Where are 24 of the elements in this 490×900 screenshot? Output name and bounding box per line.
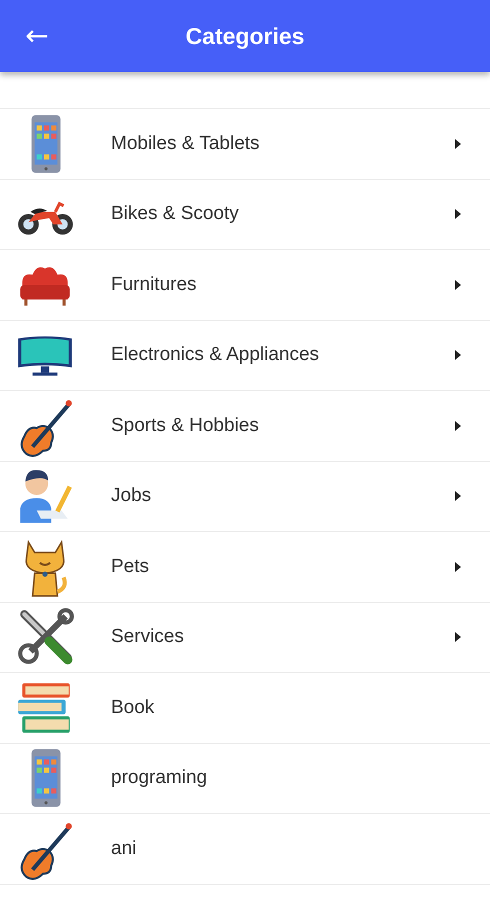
category-label: Bikes & Scooty	[111, 203, 240, 226]
category-row[interactable]: Sports & Hobbies	[0, 391, 490, 462]
category-row[interactable]: Services	[0, 602, 490, 673]
category-row[interactable]: ani	[0, 814, 490, 884]
category-label: Jobs	[111, 485, 152, 508]
category-label: Furnitures	[111, 274, 198, 296]
category-row[interactable]: Pets	[0, 532, 490, 602]
page-title: Categories	[186, 22, 304, 50]
category-row[interactable]: Mobiles & Tablets	[0, 109, 490, 180]
category-row[interactable]: Jobs	[0, 462, 490, 532]
category-row[interactable]: Electronics & Appliances	[0, 320, 490, 391]
category-label: Pets	[111, 556, 150, 578]
category-row[interactable]: programing	[0, 744, 490, 814]
category-label: ani	[111, 838, 138, 860]
category-label: Book	[111, 696, 156, 719]
category-label: programing	[111, 767, 208, 790]
category-row[interactable]: Bikes & Scooty	[0, 180, 490, 250]
category-row[interactable]: Furnitures	[0, 250, 490, 320]
category-label: Services	[111, 626, 185, 648]
category-label: Electronics & Appliances	[111, 344, 320, 366]
category-label: Sports & Hobbies	[111, 414, 260, 437]
category-label: Mobiles & Tablets	[111, 132, 261, 155]
category-row[interactable]: Book	[0, 673, 490, 744]
back-button[interactable]: ←	[22, 22, 52, 50]
